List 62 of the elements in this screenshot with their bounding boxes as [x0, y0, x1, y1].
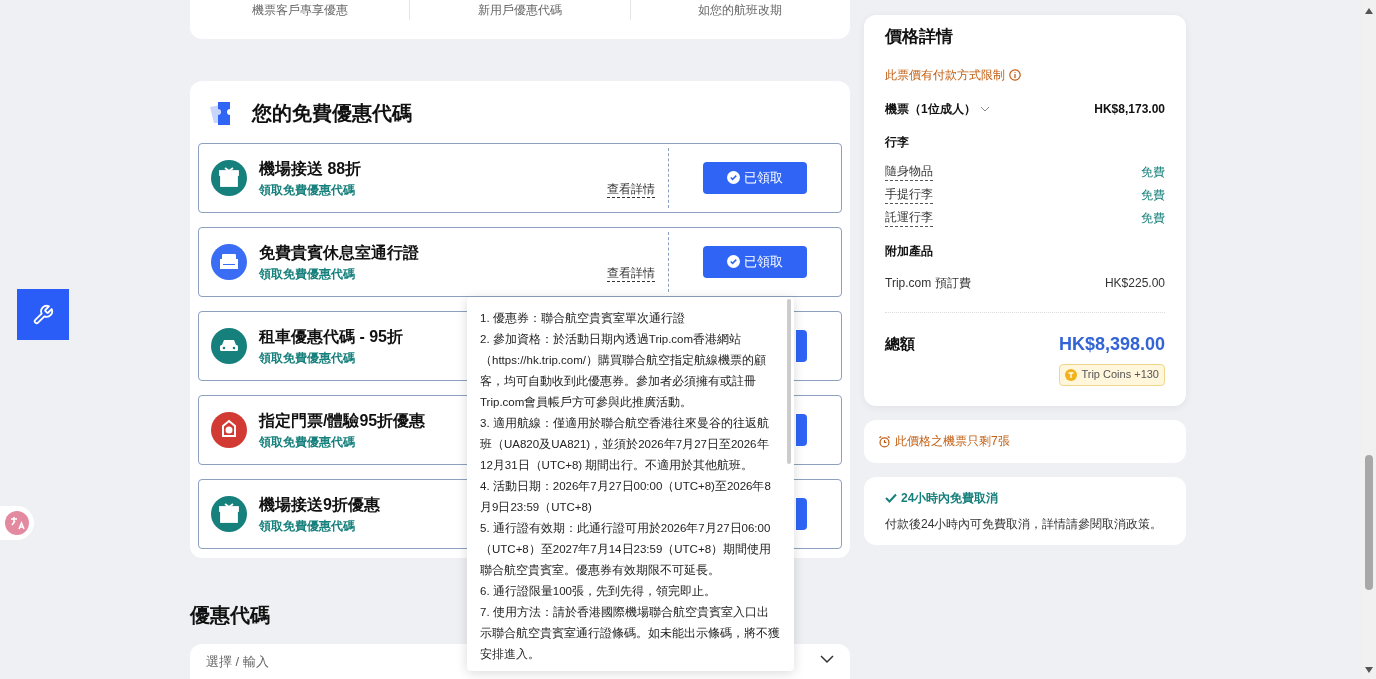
terms-paragraph: 7. 使用方法：請於香港國際機場聯合航空貴賓室入口出示聯合航空貴賓室通行證條碼。如未能出示條碼，將不獲安排進入。 — [480, 605, 780, 662]
coupon-title: 免費貴賓休息室通行證 — [259, 242, 419, 263]
check-icon — [885, 491, 897, 504]
info-icon — [1009, 68, 1021, 81]
coin-icon — [1065, 368, 1078, 381]
coupon-subtitle: 領取免費優惠代碼 — [259, 517, 356, 535]
details-link[interactable]: 查看詳情 — [607, 265, 655, 282]
scroll-up-icon[interactable] — [1365, 8, 1373, 14]
translate-icon — [4, 510, 30, 536]
addons-title: 附加產品 — [885, 242, 934, 260]
addon-label: Trip.com 預訂費 — [885, 274, 971, 292]
total-label: 總額 — [885, 333, 915, 354]
restriction-note: 此票價有付款方式限制 — [885, 66, 1005, 84]
scroll-down-icon[interactable] — [1365, 667, 1373, 673]
coupon-title: 機場接送9折優惠 — [259, 494, 380, 515]
terms-paragraph: 3. 適用航線：僅適用於聯合航空香港往來曼谷的往返航班（UA820及UA821)，並須於2026年7月27日至2026年12月31日（UTC+8) 期間出行。不適用於其他航班。 — [480, 416, 770, 473]
claimed-button[interactable]: 已領取 — [703, 245, 807, 278]
cancellation-title: 24小時內免費取消 — [901, 489, 999, 507]
baggage-label: 隨身物品 — [885, 162, 933, 181]
price-title: 價格詳情 — [885, 26, 954, 48]
button-edge[interactable] — [796, 329, 807, 362]
terms-paragraph: 2. 參加資格：於活動日期內透過Trip.com香港網站（https://hk.trip.com/）購買聯合航空指定航線機票的顧客，均可自動收到此優惠券。參加者必須擁有或註冊Trip.com會員帳戶方可參與此推廣活動。 — [480, 332, 767, 410]
benefit-label: 機票客戶專享優惠 — [251, 2, 348, 19]
terms-paragraph: 6. 通行證限量100張，先到先得，領完即止。 — [480, 584, 717, 599]
terms-paragraph: 5. 通行證有效期：此通行證可用於2026年7月27日06:00（UTC+8）至2027年7月14日23:59（UTC+8）期間使用聯合航空貴賓室。優惠券有效期限不可延長。 — [480, 521, 773, 578]
total-price: HK$8,398.00 — [1058, 332, 1165, 356]
coupon-subtitle: 領取免費優惠代碼 — [259, 349, 356, 367]
baggage-label: 託運行李 — [885, 208, 933, 227]
alarm-clock-icon — [878, 434, 891, 448]
section-title: 您的免費優惠代碼 — [252, 100, 412, 126]
terms-paragraph: 1. 優惠券：聯合航空貴賓室單次通行證 — [480, 311, 686, 326]
scrollbar-thumb[interactable] — [1365, 455, 1373, 590]
addon-price: HK$225.00 — [1104, 274, 1165, 292]
coupon-subtitle: 領取免費優惠代碼 — [259, 433, 356, 451]
coupon-title: 機場接送 88折 — [259, 158, 362, 179]
details-link[interactable]: 查看詳情 — [607, 181, 655, 198]
button-edge[interactable] — [796, 413, 807, 446]
tooltip-scrollbar-thumb[interactable] — [787, 299, 791, 464]
trip-coins-badge: Trip Coins +130 — [1059, 363, 1165, 386]
benefit-label: 新用戶優惠代碼 — [478, 2, 562, 19]
coupon-title: 指定門票/體驗95折優惠 — [259, 410, 426, 431]
promo-code-title: 優惠代碼 — [190, 602, 270, 628]
coupon-subtitle: 領取免費優惠代碼 — [259, 181, 356, 199]
seats-left-note: 此價格之機票只剩7張 — [895, 433, 1010, 450]
claimed-button[interactable]: 已領取 — [703, 161, 807, 194]
tools-button[interactable] — [17, 289, 69, 340]
baggage-label: 手提行李 — [885, 185, 933, 204]
cancellation-text: 付款後24小時內可免費取消，詳情請參閱取消政策。 — [885, 515, 1164, 533]
button-edge[interactable] — [796, 497, 807, 530]
coupon-subtitle: 領取免費優惠代碼 — [259, 265, 356, 283]
check-circle-icon — [727, 255, 740, 269]
baggage-price: 免費 — [1141, 186, 1165, 204]
wrench-icon — [32, 303, 54, 326]
ticket-price: HK$8,173.00 — [1094, 100, 1165, 118]
terms-paragraph: 4. 活動日期：2026年7月27日00:00（UTC+8)至2026年8月9日23:59（UTC+8) — [480, 479, 772, 515]
ticket-label: 機票（1位成人） — [885, 100, 976, 118]
coupon-title: 租車優惠代碼 - 95折 — [259, 326, 403, 347]
check-circle-icon — [727, 171, 740, 185]
benefit-label: 如您的航班改期 — [698, 2, 783, 19]
baggage-price: 免費 — [1141, 209, 1165, 227]
baggage-title: 行李 — [885, 133, 910, 151]
baggage-price: 免費 — [1141, 163, 1165, 181]
